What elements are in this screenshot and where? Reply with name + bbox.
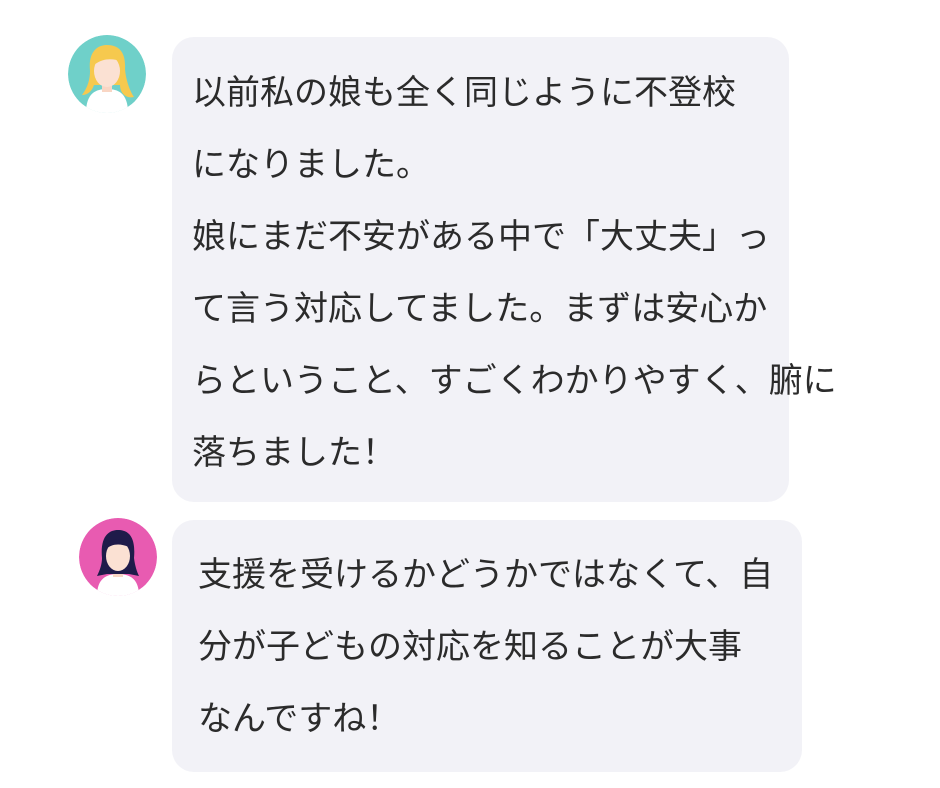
message-line: 娘にまだ不安がある中で「大丈夫」っ [192, 217, 770, 257]
woman-darkhair-avatar-icon [79, 518, 157, 596]
message-line: 落ちました！ [192, 433, 396, 473]
avatar [79, 518, 157, 596]
message-line: て言う対応してました。まずは安心か [192, 289, 768, 329]
message-line: 分が子どもの対応を知ることが大事 [198, 627, 742, 667]
message-line: らということ、すごくわかりやすく、腑に [192, 361, 837, 401]
message-line: 以前私の娘も全く同じように不登校 [192, 73, 736, 113]
message-line: なんですね！ [198, 699, 401, 739]
message-bubble: 支援を受けるかどうかではなくて、自 分が子どもの対応を知ることが大事 なんですね… [172, 520, 802, 772]
message-bubble: 以前私の娘も全く同じように不登校 になりました。 娘にまだ不安がある中で「大丈夫… [172, 37, 837, 502]
avatar [68, 35, 146, 113]
message-line: になりました。 [192, 145, 430, 185]
woman-blonde-avatar-icon [68, 35, 146, 113]
message-line: 支援を受けるかどうかではなくて、自 [198, 555, 774, 595]
